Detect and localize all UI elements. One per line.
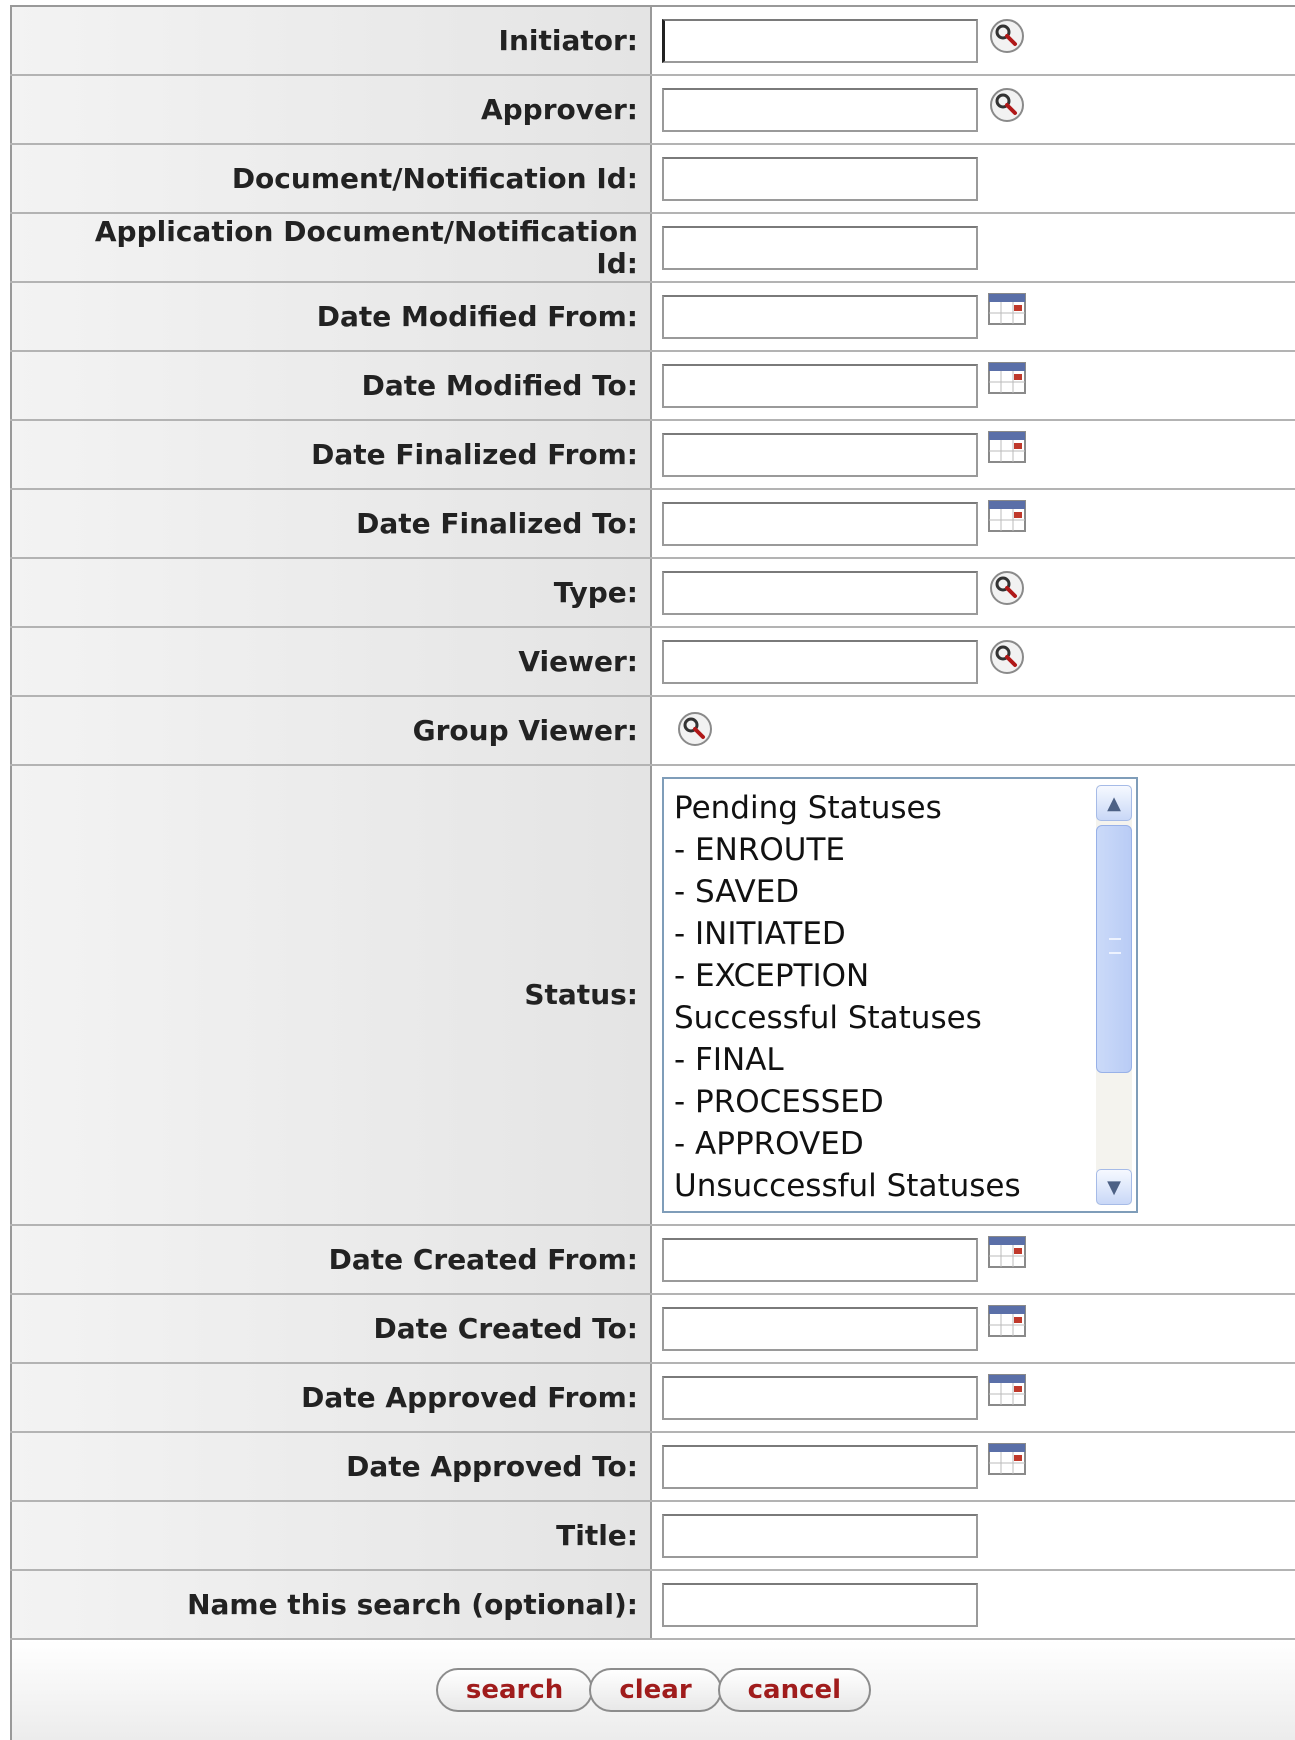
approver-label: Approver: bbox=[10, 76, 652, 143]
status-option[interactable]: Pending Statuses bbox=[674, 787, 1086, 829]
search-icon[interactable] bbox=[988, 86, 1026, 128]
document-id-row: Document/Notification Id: bbox=[10, 145, 1295, 214]
date-modified-from-row: Date Modified From: bbox=[10, 283, 1295, 352]
status-option[interactable]: Unsuccessful Statuses bbox=[674, 1165, 1086, 1207]
title-input[interactable] bbox=[662, 1513, 978, 1558]
status-option[interactable]: - SAVED bbox=[674, 871, 1086, 913]
date-approved-to-row: Date Approved To: bbox=[10, 1433, 1295, 1502]
status-option[interactable]: - INITIATED bbox=[674, 913, 1086, 955]
application-document-id-input[interactable] bbox=[662, 225, 978, 270]
approver-row: Approver: bbox=[10, 76, 1295, 145]
date-approved-from-row: Date Approved From: bbox=[10, 1364, 1295, 1433]
status-option[interactable]: - APPROVED bbox=[674, 1123, 1086, 1165]
status-option[interactable]: Successful Statuses bbox=[674, 997, 1086, 1039]
status-listbox[interactable]: Pending Statuses - ENROUTE - SAVED - INI… bbox=[662, 777, 1138, 1213]
date-finalized-from-row: Date Finalized From: bbox=[10, 421, 1295, 490]
date-approved-from-input[interactable] bbox=[662, 1375, 978, 1420]
search-icon[interactable] bbox=[988, 17, 1026, 59]
status-row: Status: Pending Statuses - ENROUTE - SAV… bbox=[10, 766, 1295, 1226]
type-input[interactable] bbox=[662, 570, 978, 615]
search-icon[interactable] bbox=[988, 569, 1026, 611]
cancel-button[interactable]: cancel bbox=[717, 1668, 872, 1712]
calendar-icon[interactable] bbox=[988, 1374, 1026, 1410]
date-modified-to-row: Date Modified To: bbox=[10, 352, 1295, 421]
date-finalized-from-input[interactable] bbox=[662, 432, 978, 477]
date-created-to-label: Date Created To: bbox=[10, 1295, 652, 1362]
date-finalized-to-label: Date Finalized To: bbox=[10, 490, 652, 557]
date-finalized-from-label: Date Finalized From: bbox=[10, 421, 652, 488]
date-modified-from-input[interactable] bbox=[662, 294, 978, 339]
initiator-row: Initiator: bbox=[10, 7, 1295, 76]
document-id-label: Document/Notification Id: bbox=[10, 145, 652, 212]
date-created-to-row: Date Created To: bbox=[10, 1295, 1295, 1364]
calendar-icon[interactable] bbox=[988, 362, 1026, 398]
scrollbar-thumb[interactable] bbox=[1096, 825, 1132, 1073]
date-modified-to-input[interactable] bbox=[662, 363, 978, 408]
form-actions: search clear cancel bbox=[10, 1640, 1295, 1740]
search-name-row: Name this search (optional): bbox=[10, 1571, 1295, 1640]
calendar-icon[interactable] bbox=[988, 431, 1026, 467]
document-search-form: Initiator: Approver: Document/Notificati… bbox=[10, 5, 1295, 1740]
type-label: Type: bbox=[10, 559, 652, 626]
clear-button[interactable]: clear bbox=[589, 1668, 722, 1712]
viewer-row: Viewer: bbox=[10, 628, 1295, 697]
calendar-icon[interactable] bbox=[988, 1305, 1026, 1341]
application-document-id-label: Application Document/Notification Id: bbox=[10, 214, 652, 281]
status-option[interactable]: - ENROUTE bbox=[674, 829, 1086, 871]
scroll-up-icon[interactable]: ▲ bbox=[1096, 785, 1132, 821]
date-modified-from-label: Date Modified From: bbox=[10, 283, 652, 350]
group-viewer-row: Group Viewer: bbox=[10, 697, 1295, 766]
search-name-input[interactable] bbox=[662, 1582, 978, 1627]
title-row: Title: bbox=[10, 1502, 1295, 1571]
status-scrollbar[interactable]: ▲ ▼ bbox=[1096, 785, 1132, 1205]
status-option[interactable]: - FINAL bbox=[674, 1039, 1086, 1081]
date-modified-to-label: Date Modified To: bbox=[10, 352, 652, 419]
status-label: Status: bbox=[10, 766, 652, 1224]
date-created-from-input[interactable] bbox=[662, 1237, 978, 1282]
initiator-label: Initiator: bbox=[10, 7, 652, 74]
date-approved-to-label: Date Approved To: bbox=[10, 1433, 652, 1500]
date-finalized-to-input[interactable] bbox=[662, 501, 978, 546]
date-created-to-input[interactable] bbox=[662, 1306, 978, 1351]
calendar-icon[interactable] bbox=[988, 500, 1026, 536]
viewer-label: Viewer: bbox=[10, 628, 652, 695]
date-finalized-to-row: Date Finalized To: bbox=[10, 490, 1295, 559]
calendar-icon[interactable] bbox=[988, 1443, 1026, 1479]
search-icon[interactable] bbox=[676, 710, 714, 752]
date-approved-to-input[interactable] bbox=[662, 1444, 978, 1489]
initiator-input[interactable] bbox=[662, 18, 978, 63]
search-button[interactable]: search bbox=[435, 1668, 594, 1712]
group-viewer-label: Group Viewer: bbox=[10, 697, 652, 764]
status-option[interactable]: - EXCEPTION bbox=[674, 955, 1086, 997]
search-name-label: Name this search (optional): bbox=[10, 1571, 652, 1638]
viewer-input[interactable] bbox=[662, 639, 978, 684]
date-created-from-label: Date Created From: bbox=[10, 1226, 652, 1293]
document-id-input[interactable] bbox=[662, 156, 978, 201]
scroll-down-icon[interactable]: ▼ bbox=[1096, 1169, 1132, 1205]
application-document-id-row: Application Document/Notification Id: bbox=[10, 214, 1295, 283]
status-options: Pending Statuses - ENROUTE - SAVED - INI… bbox=[674, 787, 1086, 1211]
calendar-icon[interactable] bbox=[988, 293, 1026, 329]
search-icon[interactable] bbox=[988, 638, 1026, 680]
approver-input[interactable] bbox=[662, 87, 978, 132]
status-option[interactable]: - PROCESSED bbox=[674, 1081, 1086, 1123]
title-label: Title: bbox=[10, 1502, 652, 1569]
date-created-from-row: Date Created From: bbox=[10, 1226, 1295, 1295]
type-row: Type: bbox=[10, 559, 1295, 628]
date-approved-from-label: Date Approved From: bbox=[10, 1364, 652, 1431]
calendar-icon[interactable] bbox=[988, 1236, 1026, 1272]
